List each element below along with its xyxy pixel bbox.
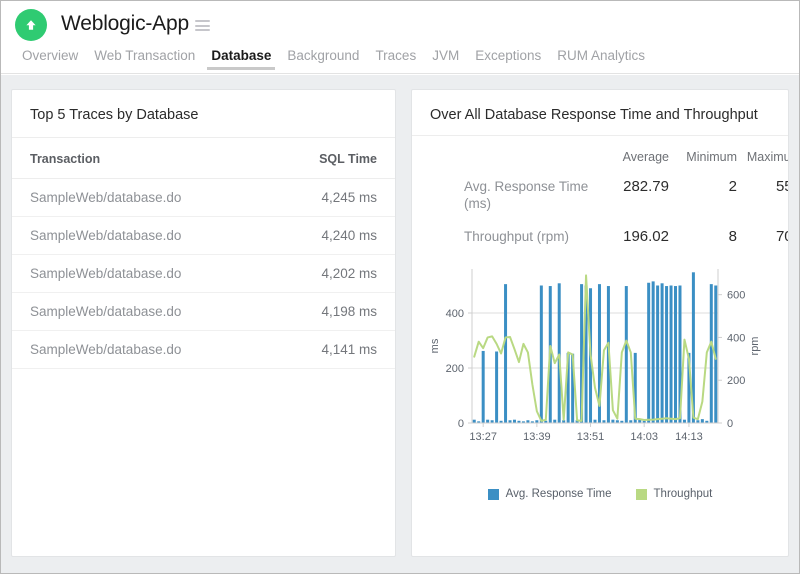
cell-transaction[interactable]: SampleWeb/database.do (12, 293, 267, 331)
cell-sql-time: 4,202 ms (267, 255, 395, 293)
legend-label-throughput: Throughput (654, 488, 713, 500)
overall-stats-table: Average Minimum Maximum Avg. Response Ti… (412, 136, 789, 253)
panel-title-top-traces: Top 5 Traces by Database (12, 90, 395, 138)
panel-overall-db-response-throughput: Over All Database Response Time and Thro… (411, 89, 789, 557)
tab-bar: Overview Web Transaction Database Backgr… (1, 47, 799, 74)
app-window: Weblogic-App Overview Web Transaction Da… (0, 0, 800, 574)
stats-label-avg-response-time: Avg. Response Time (ms) (412, 170, 597, 220)
svg-text:rpm: rpm (749, 337, 761, 356)
cell-sql-time: 4,245 ms (267, 179, 395, 217)
svg-text:14:03: 14:03 (630, 431, 658, 443)
column-header-sql-time: SQL Time (267, 138, 395, 179)
response-time-throughput-chart: 0 200 400 0 200 400 600 13:27 13:39 13:51 14:03 14:… (420, 261, 770, 461)
svg-text:200: 200 (727, 375, 745, 387)
cell-sql-time: 4,240 ms (267, 217, 395, 255)
svg-text:13:39: 13:39 (523, 431, 551, 443)
app-header: Weblogic-App (1, 1, 799, 47)
stats-blank-header (412, 136, 597, 170)
top-traces-table: Transaction SQL Time SampleWeb/database.… (12, 138, 395, 369)
cell-sql-time: 4,141 ms (267, 331, 395, 369)
table-row[interactable]: SampleWeb/database.do 4,240 ms (12, 217, 395, 255)
stats-row-throughput: Throughput (rpm) 196.02 8 706 (412, 220, 789, 253)
chart-container: 0 200 400 0 200 400 600 13:27 13:39 13:51 14:03 14:… (412, 253, 788, 466)
table-row[interactable]: SampleWeb/database.do 4,198 ms (12, 293, 395, 331)
stats-min-avg-response-time: 2 (669, 170, 737, 220)
chart-legend: Avg. Response Time Throughput (412, 488, 788, 510)
table-row[interactable]: SampleWeb/database.do 4,202 ms (12, 255, 395, 293)
cell-transaction[interactable]: SampleWeb/database.do (12, 179, 267, 217)
stats-row-avg-response-time: Avg. Response Time (ms) 282.79 2 556 (412, 170, 789, 220)
tab-rum-analytics[interactable]: RUM Analytics (549, 47, 653, 70)
page-title: Weblogic-App (61, 12, 189, 36)
stats-avg-throughput: 196.02 (597, 220, 669, 253)
column-header-average: Average (597, 136, 669, 170)
table-row[interactable]: SampleWeb/database.do 4,245 ms (12, 179, 395, 217)
tab-jvm[interactable]: JVM (424, 47, 467, 70)
svg-text:0: 0 (727, 418, 733, 430)
legend-item-throughput[interactable]: Throughput (636, 488, 713, 500)
cell-transaction[interactable]: SampleWeb/database.do (12, 331, 267, 369)
stats-max-avg-response-time: 556 (737, 170, 789, 220)
cell-transaction[interactable]: SampleWeb/database.do (12, 255, 267, 293)
app-logo-icon (15, 9, 47, 41)
svg-text:400: 400 (727, 332, 745, 344)
svg-text:13:27: 13:27 (469, 431, 497, 443)
stats-header-row: Average Minimum Maximum (412, 136, 789, 170)
panel-top-traces-by-database: Top 5 Traces by Database Transaction SQL… (11, 89, 396, 557)
svg-text:200: 200 (446, 363, 464, 375)
hamburger-menu-icon[interactable] (195, 20, 210, 31)
stats-avg-avg-response-time: 282.79 (597, 170, 669, 220)
tab-traces[interactable]: Traces (367, 47, 424, 70)
column-header-transaction: Transaction (12, 138, 267, 179)
svg-text:0: 0 (458, 418, 464, 430)
cell-sql-time: 4,198 ms (267, 293, 395, 331)
column-header-minimum: Minimum (669, 136, 737, 170)
table-header-row: Transaction SQL Time (12, 138, 395, 179)
tab-web-transaction[interactable]: Web Transaction (86, 47, 203, 70)
table-row[interactable]: SampleWeb/database.do 4,141 ms (12, 331, 395, 369)
svg-text:14:13: 14:13 (675, 431, 703, 443)
tab-database[interactable]: Database (203, 47, 279, 70)
legend-item-avg-response-time[interactable]: Avg. Response Time (488, 488, 612, 500)
legend-label-avg-response-time: Avg. Response Time (506, 488, 612, 500)
stats-max-throughput: 706 (737, 220, 789, 253)
legend-swatch-throughput (636, 489, 647, 500)
svg-text:400: 400 (446, 308, 464, 320)
cell-transaction[interactable]: SampleWeb/database.do (12, 217, 267, 255)
dashboard-body: Top 5 Traces by Database Transaction SQL… (1, 75, 799, 573)
legend-swatch-avg-response-time (488, 489, 499, 500)
svg-text:13:51: 13:51 (577, 431, 605, 443)
panel-title-overall-db: Over All Database Response Time and Thro… (412, 90, 788, 136)
stats-label-throughput: Throughput (rpm) (412, 220, 597, 253)
stats-min-throughput: 8 (669, 220, 737, 253)
tab-overview[interactable]: Overview (14, 47, 86, 70)
svg-text:ms: ms (429, 338, 441, 353)
column-header-maximum: Maximum (737, 136, 789, 170)
svg-text:600: 600 (727, 290, 745, 302)
tab-exceptions[interactable]: Exceptions (467, 47, 549, 70)
tab-background[interactable]: Background (279, 47, 367, 70)
